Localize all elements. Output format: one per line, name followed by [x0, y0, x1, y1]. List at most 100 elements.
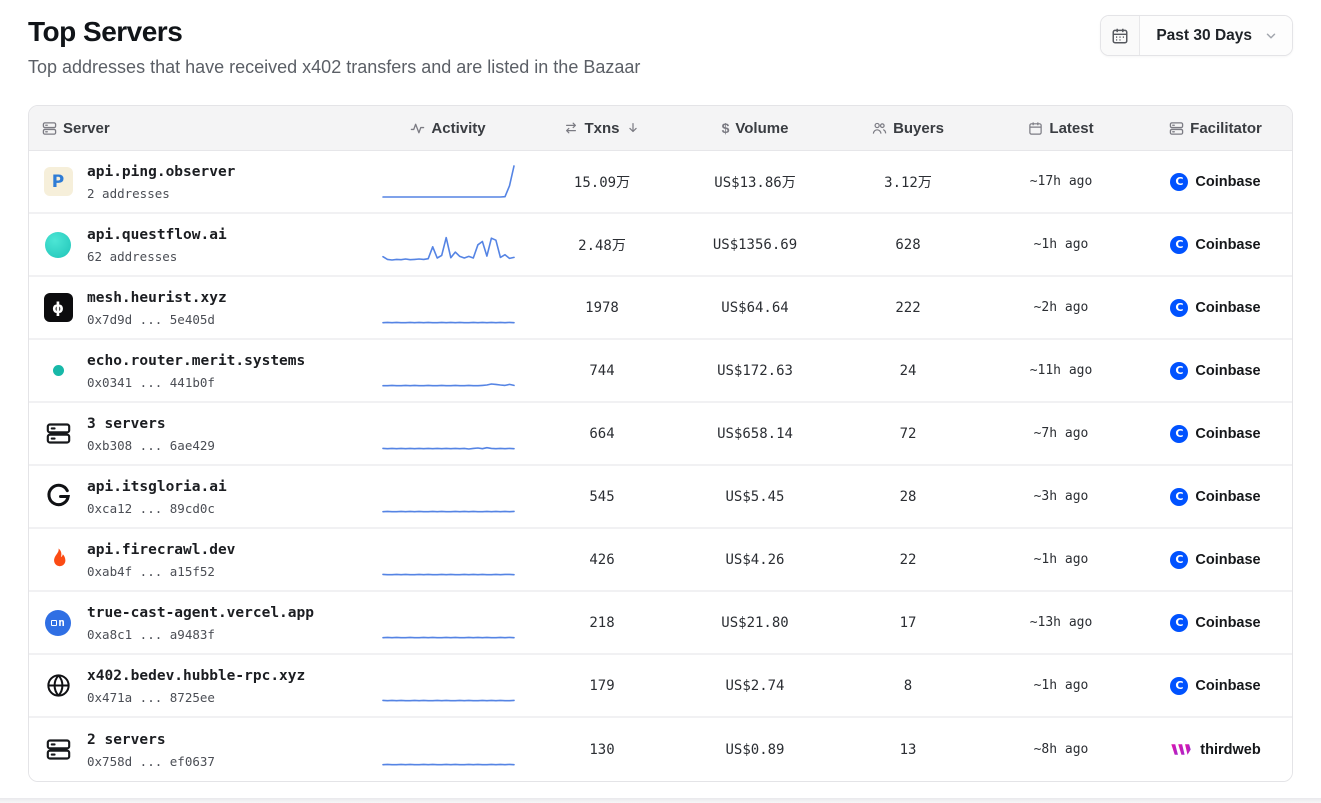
- activity-sparkline: [381, 225, 516, 265]
- latest-value: ~8h ago: [983, 742, 1139, 757]
- activity-sparkline: [381, 730, 516, 770]
- activity-cell: [369, 477, 527, 517]
- column-header-latest[interactable]: Latest: [983, 120, 1139, 137]
- column-header-facilitator[interactable]: Facilitator: [1139, 120, 1292, 137]
- facilitator-badge: CCoinbase: [1139, 362, 1292, 380]
- table-row[interactable]: ϕ mesh.heurist.xyz 0x7d9d ... 5e405d 197…: [29, 277, 1292, 340]
- server-cell: echo.router.merit.systems 0x0341 ... 441…: [29, 351, 369, 391]
- server-name: api.firecrawl.dev: [87, 540, 235, 560]
- buyers-value: 13: [833, 742, 983, 758]
- txns-value: 218: [527, 615, 677, 631]
- server-cell: api.firecrawl.dev 0xab4f ... a15f52: [29, 540, 369, 580]
- server-address: 0xca12 ... 89cd0c: [87, 500, 227, 517]
- server-address: 62 addresses: [87, 248, 227, 265]
- server-cell: api.itsgloria.ai 0xca12 ... 89cd0c: [29, 477, 369, 517]
- top-servers-table: Server ActivityTxns $ Volume Buyers Latest Fac…: [28, 105, 1293, 782]
- buyers-value: 17: [833, 615, 983, 631]
- table-row[interactable]: api.firecrawl.dev 0xab4f ... a15f52 426 …: [29, 529, 1292, 592]
- server-cell: ϕ mesh.heurist.xyz 0x7d9d ... 5e405d: [29, 288, 369, 328]
- server-icon: [1169, 121, 1184, 136]
- questflow-logo: [45, 232, 71, 258]
- facilitator-name: Coinbase: [1195, 237, 1260, 253]
- page-subtitle: Top addresses that have received x402 tr…: [28, 57, 1293, 78]
- facilitator-badge: CCoinbase: [1139, 299, 1292, 317]
- calendar-button[interactable]: [1101, 16, 1140, 55]
- facilitator-name: Coinbase: [1195, 489, 1260, 505]
- coinbase-logo: C: [1170, 551, 1188, 569]
- activity-sparkline: [381, 666, 516, 706]
- activity-sparkline: [381, 540, 516, 580]
- column-header-volume[interactable]: $ Volume: [677, 120, 833, 137]
- server-address: 0xa8c1 ... a9483f: [87, 626, 314, 643]
- buyers-value: 72: [833, 426, 983, 442]
- volume-value: US$658.14: [677, 426, 833, 442]
- sort-arrows-icon: [564, 121, 578, 135]
- column-header-server[interactable]: Server: [29, 120, 369, 137]
- facilitator-name: Coinbase: [1195, 300, 1260, 316]
- table-row[interactable]: 2 servers 0x758d ... ef0637 130 US$0.89 …: [29, 718, 1292, 781]
- column-label-server: Server: [63, 120, 110, 137]
- buyers-value: 628: [833, 237, 983, 253]
- txns-value: 179: [527, 678, 677, 694]
- table-row[interactable]: echo.router.merit.systems 0x0341 ... 441…: [29, 340, 1292, 403]
- date-range-select[interactable]: Past 30 Days: [1140, 16, 1292, 55]
- server-logo-slot: [42, 483, 74, 510]
- table-row[interactable]: api.itsgloria.ai 0xca12 ... 89cd0c 545 U…: [29, 466, 1292, 529]
- latest-value: ~1h ago: [983, 237, 1139, 252]
- server-logo-slot: [42, 547, 74, 572]
- server-name: api.itsgloria.ai: [87, 477, 227, 497]
- table-row[interactable]: 3 servers 0xb308 ... 6ae429 664 US$658.1…: [29, 403, 1292, 466]
- facilitator-badge: CCoinbase: [1139, 551, 1292, 569]
- dollar-icon: $: [722, 120, 730, 136]
- column-header-txns[interactable]: Txns: [527, 120, 677, 137]
- facilitator-name: Coinbase: [1195, 615, 1260, 631]
- txns-value: 426: [527, 552, 677, 568]
- thirdweb-logo: [1170, 742, 1193, 757]
- volume-value: US$21.80: [677, 615, 833, 631]
- table-header-row: Server ActivityTxns $ Volume Buyers Latest Fac…: [29, 106, 1292, 151]
- volume-value: US$64.64: [677, 300, 833, 316]
- facilitator-badge: C Coinbase: [1139, 614, 1292, 632]
- server-cell: n true-cast-agent.vercel.app 0xa8c1 ... …: [29, 603, 369, 643]
- facilitator-name: thirdweb: [1200, 742, 1260, 758]
- ping-observer-logo: P: [44, 167, 73, 196]
- latest-value: ~2h ago: [983, 300, 1139, 315]
- column-header-buyers[interactable]: Buyers: [833, 120, 983, 137]
- server-address: 2 addresses: [87, 185, 235, 202]
- gloria-logo: [45, 483, 72, 510]
- volume-value: US$1356.69: [677, 237, 833, 253]
- buyers-value: 28: [833, 489, 983, 505]
- server-cell: 2 servers 0x758d ... ef0637: [29, 730, 369, 770]
- table-body: P api.ping.observer 2 addresses 15.09万 U…: [29, 151, 1292, 781]
- volume-value: US$4.26: [677, 552, 833, 568]
- server-cell: x402.bedev.hubble-rpc.xyz 0x471a ... 872…: [29, 666, 369, 706]
- activity-cell: [369, 540, 527, 580]
- table-row[interactable]: n true-cast-agent.vercel.app 0xa8c1 ... …: [29, 592, 1292, 655]
- coinbase-logo: C: [1170, 614, 1188, 632]
- server-name: 2 servers: [87, 730, 215, 750]
- table-row[interactable]: P api.ping.observer 2 addresses 15.09万 U…: [29, 151, 1292, 214]
- column-label-latest: Latest: [1049, 120, 1093, 137]
- txns-value: 744: [527, 363, 677, 379]
- server-address: 0x7d9d ... 5e405d: [87, 311, 227, 328]
- table-row[interactable]: x402.bedev.hubble-rpc.xyz 0x471a ... 872…: [29, 655, 1292, 718]
- firecrawl-flame-logo: [47, 547, 70, 572]
- activity-cell: [369, 414, 527, 454]
- server-name: x402.bedev.hubble-rpc.xyz: [87, 666, 305, 686]
- column-header-activity[interactable]: Activity: [369, 120, 527, 137]
- top-servers-page: Top Servers Top addresses that have rece…: [0, 0, 1321, 782]
- server-logo-slot: [42, 736, 74, 763]
- calendar-icon: [1028, 121, 1043, 136]
- table-row[interactable]: api.questflow.ai 62 addresses 2.48万 US$1…: [29, 214, 1292, 277]
- server-logo-slot: [42, 232, 74, 258]
- facilitator-badge: CCoinbase: [1139, 236, 1292, 254]
- activity-cell: [369, 162, 527, 202]
- activity-cell: [369, 730, 527, 770]
- latest-value: ~1h ago: [983, 678, 1139, 693]
- volume-value: US$13.86万: [677, 172, 833, 192]
- coinbase-logo: C: [1170, 677, 1188, 695]
- facilitator-name: Coinbase: [1195, 426, 1260, 442]
- facilitator-name: Coinbase: [1195, 174, 1260, 190]
- column-label-volume: Volume: [735, 120, 788, 137]
- volume-value: US$0.89: [677, 742, 833, 758]
